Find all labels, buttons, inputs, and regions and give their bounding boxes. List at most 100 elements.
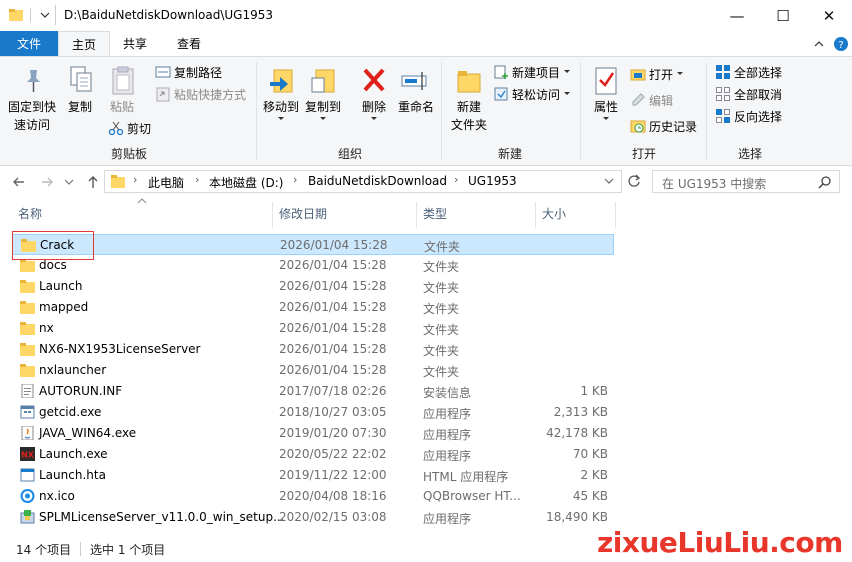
file-name: NX6-NX1953LicenseServer [39, 342, 201, 356]
file-row[interactable]: getcid.exe 2018/10/27 03:05 应用程序 2,313 KB [12, 402, 614, 423]
history-button[interactable]: 历史记录 [630, 116, 697, 136]
file-modified-date: 2019/11/22 12:00 [279, 468, 387, 482]
qqbrowser-icon [20, 489, 35, 503]
file-name: Launch.hta [39, 468, 106, 482]
column-divider[interactable] [416, 202, 417, 228]
file-type: 应用程序 [423, 449, 472, 463]
cut-button[interactable]: 剪切 [108, 118, 151, 138]
easy-access-button[interactable]: 轻松访问 [493, 84, 571, 104]
select-all-button[interactable]: 全部选择 [715, 62, 782, 82]
select-none-button[interactable]: 全部取消 [715, 84, 782, 104]
breadcrumb-separator-icon[interactable]: › [454, 173, 458, 186]
open-button[interactable]: 打开 [630, 64, 684, 84]
pin-to-quick-access-button[interactable]: 固定到快 速访问 [6, 64, 58, 134]
column-header-size[interactable]: 大小 [542, 205, 566, 222]
paste-shortcut-label: 粘贴快捷方式 [174, 87, 247, 102]
copy-to-label: 复制到 [304, 100, 341, 114]
select-none-label: 全部取消 [734, 87, 783, 102]
address-history-dropdown-icon[interactable] [603, 176, 615, 186]
file-row[interactable]: Launch.hta 2019/11/22 12:00 HTML 应用程序 2 KB [12, 465, 614, 486]
new-folder-label: 新建 文件夹 [450, 100, 487, 132]
file-name: JAVA_WIN64.exe [39, 426, 137, 440]
file-modified-date: 2026/01/04 15:28 [279, 279, 387, 293]
breadcrumb-drive-d[interactable]: 本地磁盘 (D:) [209, 174, 283, 191]
close-button[interactable]: ✕ [806, 0, 852, 31]
up-arrow-icon[interactable] [84, 173, 102, 191]
file-row[interactable]: NX6-NX1953LicenseServer 2026/01/04 15:28 文… [12, 339, 614, 360]
help-icon[interactable]: ? [833, 36, 849, 52]
pin-label: 固定到快 速访问 [7, 100, 56, 132]
file-modified-date: 2020/05/22 22:02 [279, 447, 387, 461]
breadcrumb-current-folder[interactable]: UG1953 [468, 174, 517, 188]
breadcrumb-separator-icon[interactable]: › [133, 173, 137, 186]
copy-to-button[interactable]: 复制到 [304, 64, 342, 126]
column-header-date[interactable]: 修改日期 [279, 205, 327, 222]
sort-ascending-icon [137, 198, 147, 204]
file-name: nx.ico [39, 489, 75, 503]
tab-share[interactable]: 共享 [112, 31, 158, 56]
quick-access-dropdown-icon[interactable] [38, 8, 52, 22]
file-size: 1 KB [580, 384, 608, 398]
refresh-icon[interactable] [626, 173, 642, 189]
invert-selection-button[interactable]: 反向选择 [715, 106, 782, 126]
file-type: 文件夹 [423, 344, 460, 358]
select-all-label: 全部选择 [734, 65, 783, 80]
breadcrumb-this-pc[interactable]: 此电脑 [148, 174, 184, 191]
folder-icon[interactable] [8, 7, 24, 23]
minimize-button[interactable]: — [714, 0, 760, 31]
copy-path-label: 复制路径 [174, 65, 223, 80]
file-size: 18,490 KB [546, 510, 608, 524]
column-divider[interactable] [535, 202, 536, 228]
paste-icon [112, 66, 134, 95]
copy-path-button[interactable]: 复制路径 [155, 62, 222, 82]
file-type: 文件夹 [423, 365, 460, 379]
dropdown-arrow-icon [677, 72, 684, 75]
new-folder-icon [457, 71, 481, 93]
tab-home[interactable]: 主页 [58, 31, 110, 57]
maximize-button[interactable]: ☐ [760, 0, 806, 31]
svg-text:?: ? [838, 40, 843, 51]
file-row[interactable]: nx.ico 2020/04/08 18:16 QQBrowser HT... 45 … [12, 486, 614, 507]
back-arrow-icon[interactable] [10, 173, 28, 191]
recent-locations-icon[interactable] [62, 176, 76, 188]
svg-text:NX: NX [21, 451, 35, 460]
file-row[interactable]: Launch 2026/01/04 15:28 文件夹 [12, 276, 614, 297]
file-name: docs [39, 258, 67, 272]
folder-icon [20, 364, 35, 377]
file-row[interactable]: JAVA_WIN64.exe 2019/01/20 07:30 应用程序 42,178… [12, 423, 614, 444]
file-row[interactable]: mapped 2026/01/04 15:28 文件夹 [12, 297, 614, 318]
new-folder-button[interactable]: 新建 文件夹 [448, 64, 490, 134]
new-item-button[interactable]: 新建项目 [493, 62, 571, 82]
file-row[interactable]: NX Launch.exe 2020/05/22 22:02 应用程序 70 KB [12, 444, 614, 465]
delete-button[interactable]: 删除 [356, 64, 392, 126]
tab-view[interactable]: 查看 [164, 31, 214, 56]
copy-button[interactable]: 复制 [62, 64, 98, 120]
tab-file[interactable]: 文件 [0, 31, 58, 56]
open-label: 打开 [649, 67, 674, 82]
file-type: 应用程序 [423, 512, 472, 526]
file-modified-date: 2026/01/04 15:28 [279, 342, 387, 356]
breadcrumb-separator-icon[interactable]: › [195, 173, 199, 186]
rename-button[interactable]: 重命名 [396, 64, 436, 120]
ribbon-separator [256, 62, 257, 160]
file-row[interactable]: docs 2026/01/04 15:28 文件夹 [12, 255, 614, 276]
forward-arrow-icon[interactable] [38, 173, 56, 191]
properties-button[interactable]: 属性 [586, 64, 626, 126]
column-divider[interactable] [272, 202, 273, 228]
column-header-name[interactable]: 名称 [18, 205, 42, 222]
file-row[interactable]: AUTORUN.INF 2017/07/18 02:26 安装信息 1 KB [12, 381, 614, 402]
file-row[interactable]: Crack 2026/01/04 15:28 文件夹 [12, 234, 614, 255]
move-to-button[interactable]: 移动到 [262, 64, 300, 126]
easy-access-label: 轻松访问 [512, 87, 561, 102]
breadcrumb-separator-icon[interactable]: › [293, 173, 297, 186]
file-size: 42,178 KB [546, 426, 608, 440]
file-row[interactable]: nxlauncher 2026/01/04 15:28 文件夹 [12, 360, 614, 381]
column-header-type[interactable]: 类型 [423, 205, 447, 222]
ribbon-collapse-icon[interactable] [812, 37, 826, 51]
file-row[interactable]: SPLMLicenseServer_v11.0.0_win_setup... 20… [12, 507, 614, 528]
search-icon[interactable] [818, 175, 832, 189]
file-type: 文件夹 [424, 240, 461, 254]
file-row[interactable]: nx 2026/01/04 15:28 文件夹 [12, 318, 614, 339]
column-divider[interactable] [615, 202, 616, 228]
breadcrumb-baidu-folder[interactable]: BaiduNetdiskDownload [308, 174, 447, 188]
